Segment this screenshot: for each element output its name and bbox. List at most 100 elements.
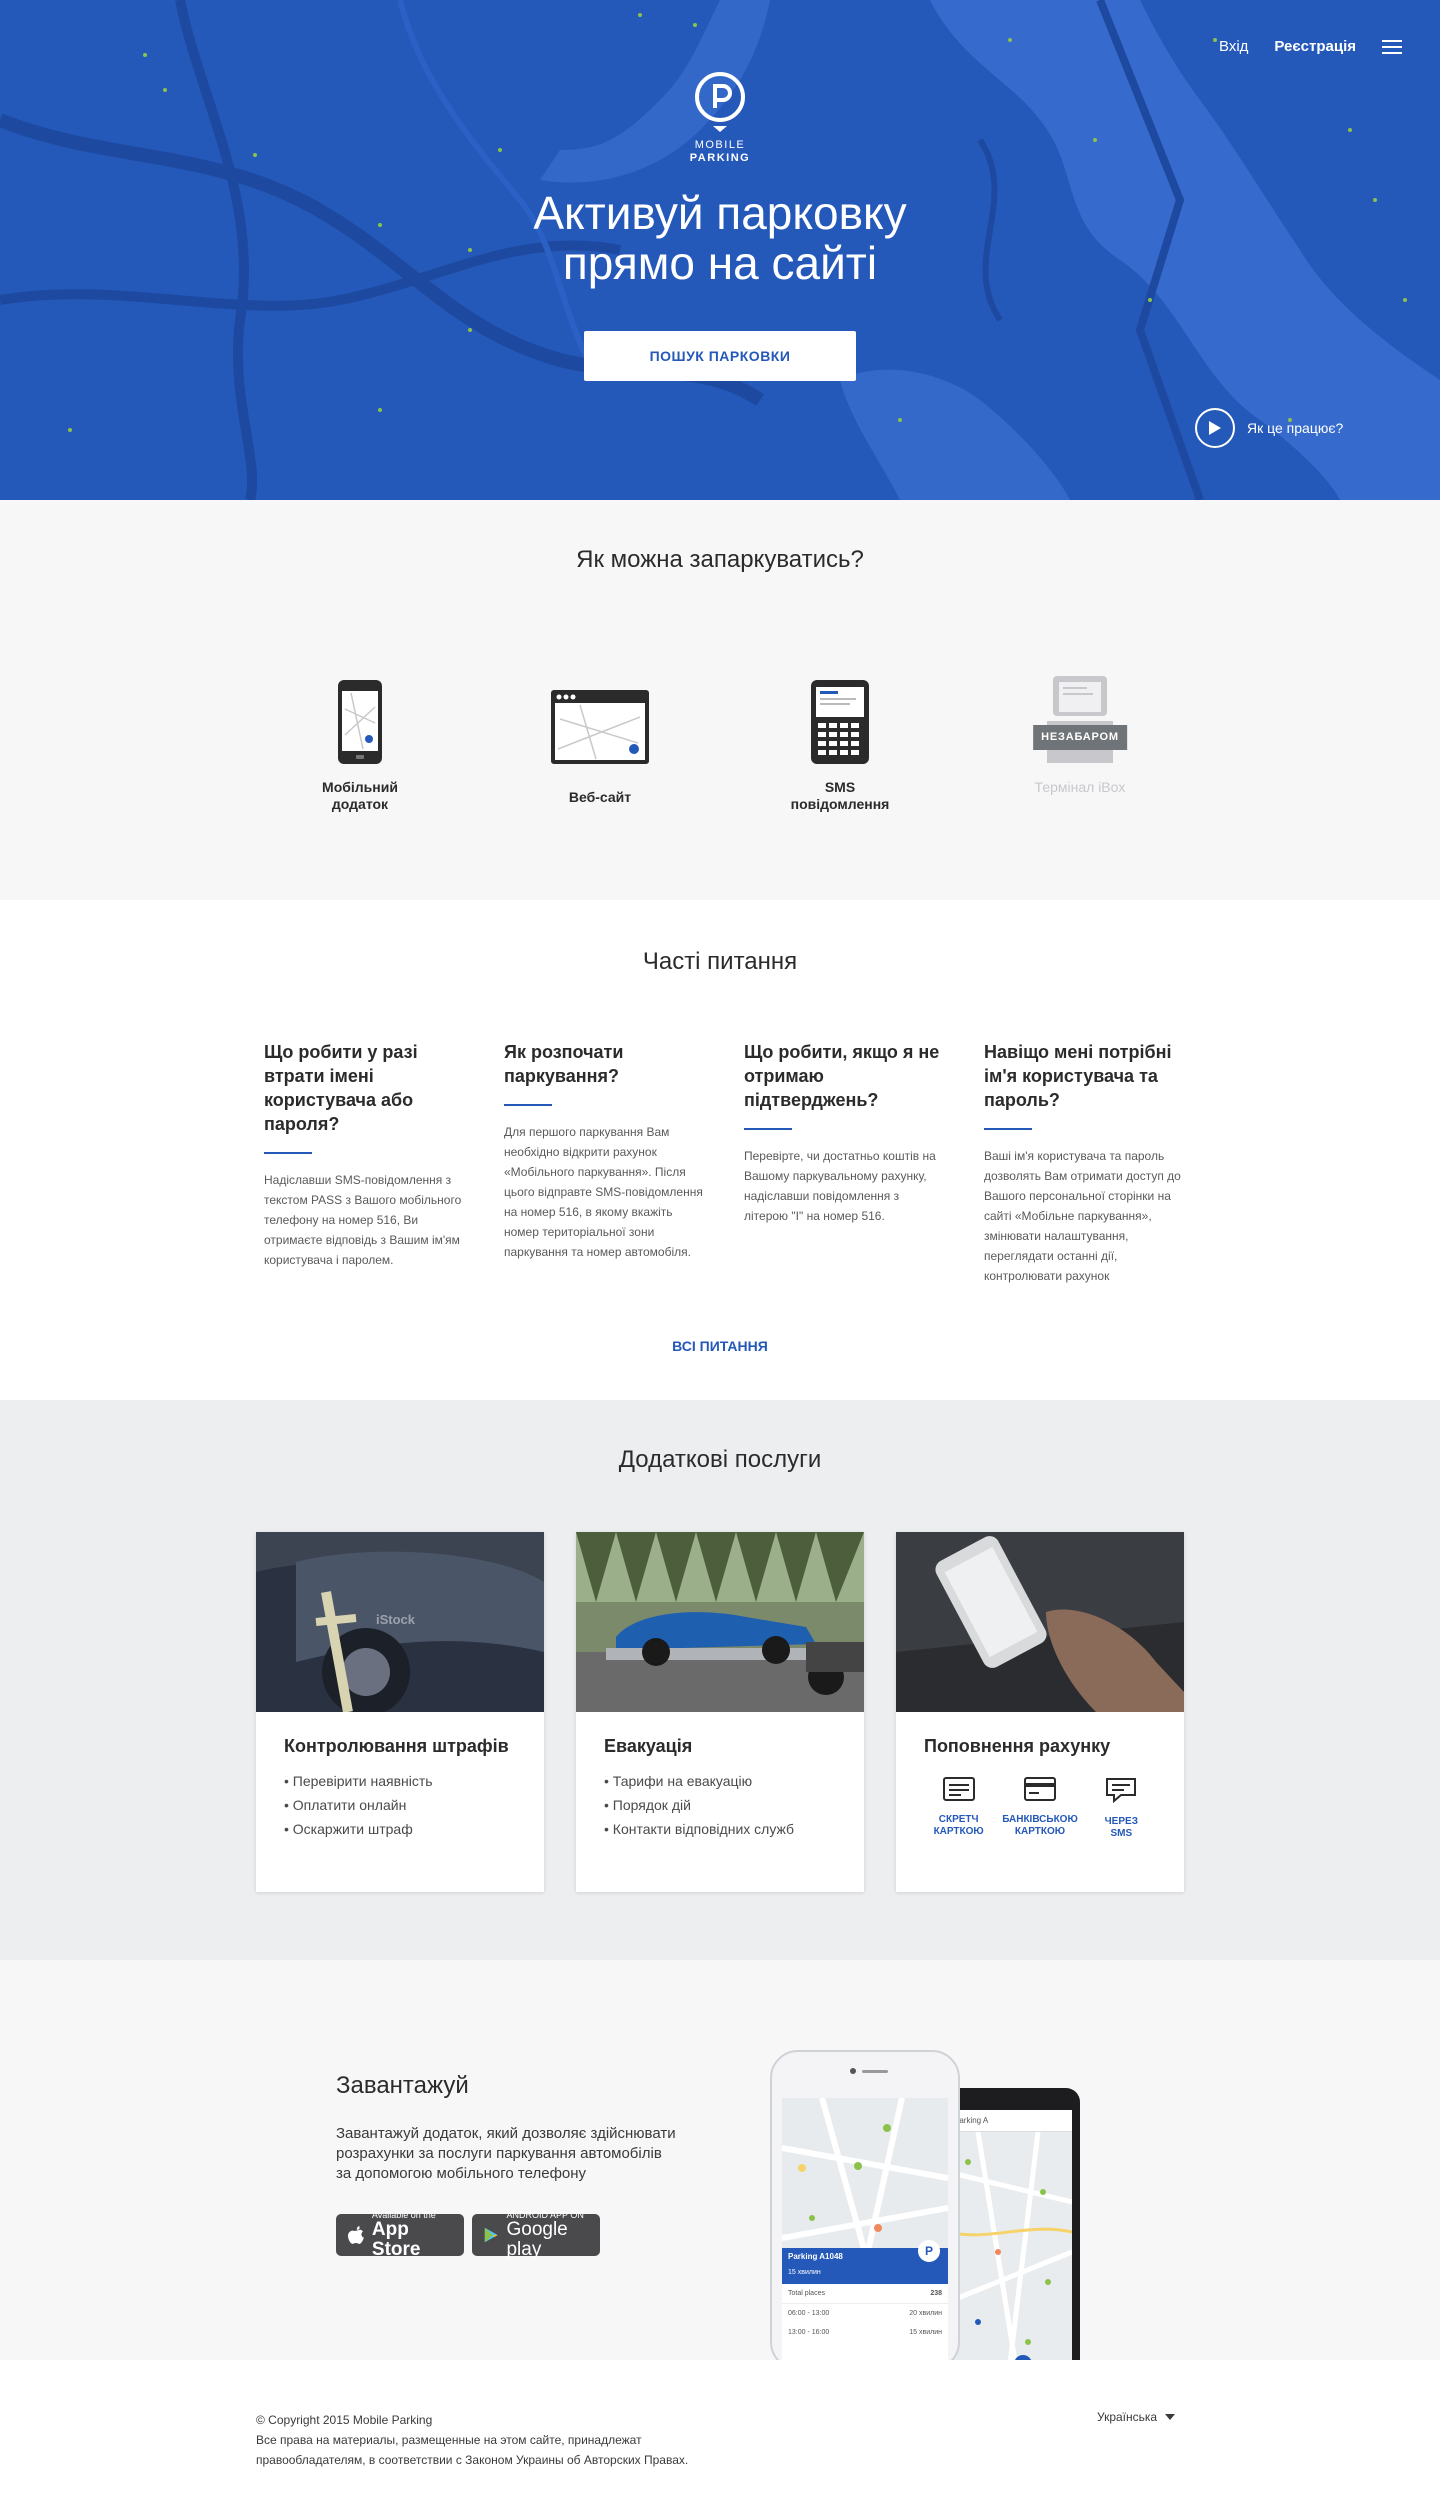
evacuation-link-procedure[interactable]: Порядок дій: [604, 1793, 836, 1817]
topup-card[interactable]: Поповнення рахунку СКРЕТЧ КАРТКОЮ БАНКІВС…: [896, 1532, 1184, 1892]
fines-title: Контролювання штрафів: [284, 1736, 509, 1756]
google-play-big: Google play: [506, 2219, 568, 2260]
rights-line1: Все права на материалы, размещенные на э…: [256, 2433, 642, 2447]
topup-bank-card[interactable]: БАНКІВСЬКОЮ КАРТКОЮ: [1002, 1777, 1078, 1840]
evacuation-card[interactable]: Евакуація Тарифи на евакуацію Порядок ді…: [576, 1532, 864, 1892]
topup-sms[interactable]: ЧЕРЕЗ SMS: [1083, 1777, 1159, 1840]
faq-item: Як розпочати паркування? Для першого пар…: [504, 1040, 704, 1262]
way-mobile-app[interactable]: Мобільний додаток: [285, 670, 435, 813]
download-section: Завантажуй Завантажуй додаток, який дозв…: [0, 1960, 1440, 2360]
faq-section: Часті питання Що робити у разі втрати ім…: [0, 900, 1440, 1400]
way-terminal-label: Термінал iBox: [1034, 779, 1126, 795]
way-mobile-label1: Мобільний: [322, 779, 398, 795]
fines-card[interactable]: iStock Контролювання штрафів Перевірити …: [256, 1532, 544, 1892]
stock-watermark: iStock: [376, 1612, 416, 1627]
browser-window-icon: [551, 690, 649, 764]
topup-scratch-line1: СКРЕТЧ: [938, 1814, 979, 1825]
android-search: Parking A: [948, 2110, 1072, 2132]
register-link[interactable]: Реєстрація: [1274, 38, 1356, 55]
faq-title: Часті питання: [642, 948, 798, 975]
faq-item: Що робити у разі втрати імені користувач…: [264, 1040, 464, 1270]
extra-services-section: Додаткові послуги iStock Контролювання ш…: [0, 1400, 1440, 1960]
faq-item: Що робити, якщо я не отримаю підтверджен…: [744, 1040, 944, 1226]
faq-divider: [984, 1128, 1032, 1130]
faq-answer: Ваші ім'я користувача та пароль дозволят…: [984, 1149, 1181, 1283]
search-parking-button[interactable]: ПОШУК ПАРКОВКИ: [584, 331, 856, 381]
fines-image: iStock: [256, 1532, 544, 1712]
hero-title-line2: прямо на сайті: [562, 237, 878, 289]
coming-soon-badge: НЕЗАБАРОМ: [1033, 725, 1127, 750]
google-play-button[interactable]: ANDROID APP ON Google play: [472, 2210, 600, 2260]
way-website-label: Веб-сайт: [568, 789, 632, 805]
app-store-button[interactable]: Available on the App Store: [336, 2210, 464, 2260]
how-it-works-label: Як це працює?: [1247, 420, 1344, 436]
iphone: Parking A1048 15 хвилин P Total places 2…: [770, 2050, 960, 2360]
footer: © Copyright 2015 Mobile Parking Все прав…: [0, 2360, 1440, 2500]
fines-link-check[interactable]: Перевірити наявність: [284, 1769, 516, 1793]
evacuation-title: Евакуація: [604, 1736, 693, 1756]
faq-question[interactable]: Навіщо мені потрібні ім'я користувача та…: [984, 1040, 1184, 1112]
faq-answer: Для першого паркування Вам необхідно від…: [504, 1125, 703, 1259]
login-link[interactable]: Вхід: [1219, 38, 1248, 55]
bank-card-icon: [1023, 1777, 1056, 1801]
evacuation-list: Тарифи на евакуацію Порядок дій Контакти…: [576, 1769, 864, 1841]
logo-line2: PARKING: [689, 152, 751, 164]
faq-question[interactable]: Як розпочати паркування?: [504, 1040, 704, 1088]
way-website[interactable]: Веб-сайт: [525, 670, 675, 806]
phones-illustration: Parking A Parking A1048 15 хвилин P Tota…: [770, 2050, 1080, 2360]
sms-phone-icon: [811, 680, 869, 764]
evacuation-image: [576, 1532, 864, 1712]
hero-title: Активуй парковку прямо на сайті: [0, 188, 1440, 288]
topup-image: [896, 1532, 1184, 1712]
way-sms[interactable]: SMS повідомлення: [765, 670, 915, 813]
apple-icon: [348, 2226, 364, 2244]
phone-total-label: Total places: [788, 2290, 825, 2297]
app-store-big: App Store: [371, 2219, 421, 2260]
logo-line1: MOBILE: [694, 139, 746, 151]
topup-bank-line2: КАРТКОЮ: [1014, 1826, 1066, 1837]
extra-title: Додаткові послуги: [618, 1446, 822, 1473]
parking-ways-section: Як можна запаркуватись? Мобільний додато…: [0, 500, 1440, 900]
evacuation-link-tariffs[interactable]: Тарифи на евакуацію: [604, 1769, 836, 1793]
topup-title: Поповнення рахунку: [924, 1736, 1111, 1756]
ways-title: Як можна запаркуватись?: [576, 546, 864, 573]
language-select[interactable]: Українська: [1097, 2410, 1176, 2424]
play-icon: [1195, 408, 1235, 448]
scratch-card-icon: [942, 1777, 975, 1801]
footer-copyright: © Copyright 2015 Mobile Parking Все прав…: [256, 2410, 688, 2470]
fines-link-appeal[interactable]: Оскаржити штраф: [284, 1817, 516, 1841]
parking-pin-icon: [695, 72, 745, 132]
hero-section: Вхід Реєстрація MOBILE PARKING Активуй п…: [0, 0, 1440, 500]
phone-row2-value: 15 хвилин: [909, 2329, 942, 2336]
hero-title-line1: Активуй парковку: [533, 187, 907, 239]
faq-answer: Надіславши SMS-повідомлення з текстом PA…: [264, 1173, 462, 1267]
logo[interactable]: MOBILE PARKING: [660, 70, 780, 165]
phone-row1-value: 20 хвилин: [909, 2310, 942, 2317]
way-mobile-label2: додаток: [331, 796, 389, 812]
phone-total-value: 238: [930, 2290, 942, 2297]
faq-question[interactable]: Що робити у разі втрати імені користувач…: [264, 1040, 464, 1136]
all-questions-link[interactable]: ВСІ ПИТАННЯ: [0, 1338, 1440, 1354]
phone-row1-time: 06:00 - 13:00: [788, 2310, 830, 2317]
fines-link-pay[interactable]: Оплатити онлайн: [284, 1793, 516, 1817]
way-sms-label2: повідомлення: [790, 796, 890, 812]
topup-scratch-line2: КАРТКОЮ: [933, 1826, 984, 1837]
topup-scratch-card[interactable]: СКРЕТЧ КАРТКОЮ: [921, 1777, 997, 1840]
topup-bank-line1: БАНКІВСЬКОЮ: [1002, 1814, 1078, 1825]
topup-sms-line1: ЧЕРЕЗ: [1104, 1816, 1138, 1827]
faq-answer: Перевірте, чи достатньо коштів на Вашому…: [744, 1149, 936, 1223]
copyright-text: © Copyright 2015 Mobile Parking: [256, 2413, 433, 2427]
menu-icon[interactable]: [1382, 39, 1402, 54]
rights-line2: правообладателям, в соответствии с Закон…: [256, 2453, 689, 2467]
faq-question[interactable]: Що робити, якщо я не отримаю підтверджен…: [744, 1040, 944, 1112]
how-it-works-link[interactable]: Як це працює?: [1195, 408, 1343, 448]
top-nav: Вхід Реєстрація: [1219, 38, 1402, 55]
topup-sms-line2: SMS: [1110, 1828, 1133, 1839]
phone-parking-minutes: 15 хвилин: [788, 2269, 821, 2276]
download-text: Завантажуй додаток, який дозволяє здійсн…: [336, 2125, 676, 2182]
fines-list: Перевірити наявність Оплатити онлайн Оск…: [256, 1769, 544, 1841]
mobile-phone-icon: [338, 680, 382, 764]
way-sms-label1: SMS: [824, 779, 856, 795]
logo-text: MOBILE PARKING: [660, 139, 780, 165]
evacuation-link-contacts[interactable]: Контакти відповідних служб: [604, 1817, 836, 1841]
